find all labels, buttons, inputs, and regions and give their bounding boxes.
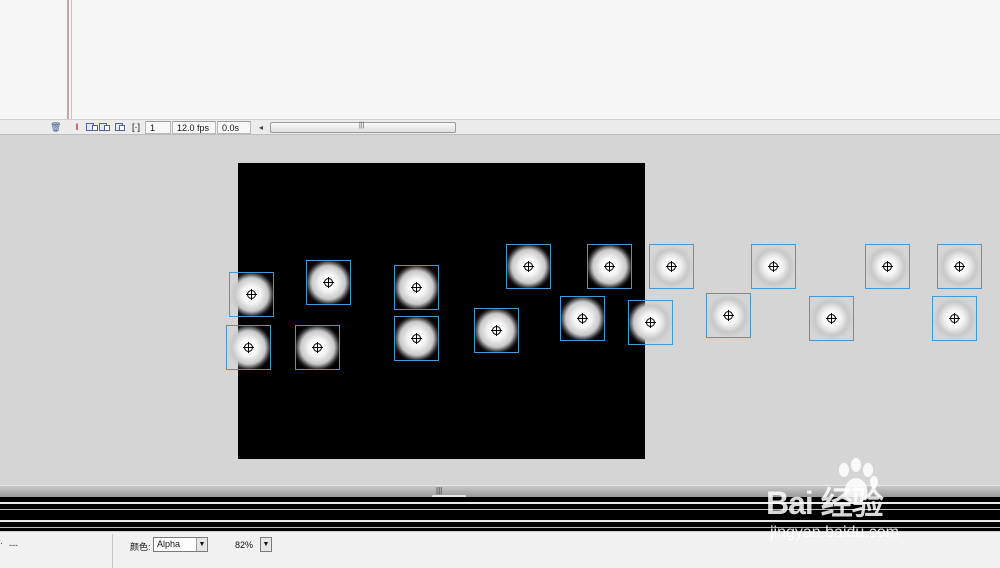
particle-symbol-instance[interactable]	[628, 300, 673, 345]
playhead-line-shadow	[71, 0, 72, 119]
trash-icon[interactable]: 🗑	[50, 122, 61, 133]
particle-symbol-instance[interactable]	[809, 296, 854, 341]
modify-onion-markers-icon[interactable]: [·]	[129, 122, 143, 133]
panel-marker: ·	[0, 538, 3, 548]
registration-point-icon	[723, 310, 734, 321]
particle-symbol-instance[interactable]	[865, 244, 910, 289]
particle-symbol-instance[interactable]	[560, 296, 605, 341]
registration-point-icon	[949, 313, 960, 324]
registration-point-icon	[323, 277, 334, 288]
particle-symbol-instance[interactable]	[394, 265, 439, 310]
scrollbar-grip[interactable]: |||	[359, 122, 364, 129]
splitter-grip[interactable]: |||	[436, 486, 442, 495]
color-style-dropdown[interactable]: Alpha ▼	[153, 537, 208, 552]
registration-point-icon	[491, 325, 502, 336]
elapsed-time-field: 0.0s	[217, 121, 251, 134]
particle-symbol-instance[interactable]	[506, 244, 551, 289]
registration-point-icon	[523, 261, 534, 272]
edit-multiple-frames-overlay	[119, 125, 125, 131]
particle-symbol-instance[interactable]	[229, 272, 274, 317]
particle-symbol-instance[interactable]	[226, 325, 271, 370]
timeline-horizontal-scrollbar[interactable]: |||	[270, 122, 456, 133]
particle-symbol-instance[interactable]	[751, 244, 796, 289]
panel-divider	[112, 534, 113, 568]
registration-point-icon	[411, 333, 422, 344]
registration-point-icon	[246, 289, 257, 300]
particle-symbol-instance[interactable]	[474, 308, 519, 353]
playhead-line[interactable]	[67, 0, 69, 119]
alpha-value-field[interactable]: 82%	[235, 540, 253, 550]
particle-symbol-instance[interactable]	[706, 293, 751, 338]
registration-point-icon	[312, 342, 323, 353]
onion-skin-icon-overlay	[92, 125, 98, 131]
particle-symbol-instance[interactable]	[587, 244, 632, 289]
alpha-slider-dropdown[interactable]: ▼	[260, 537, 272, 552]
onion-skin-outlines-overlay	[104, 125, 110, 131]
particle-symbol-instance[interactable]	[649, 244, 694, 289]
chevron-down-icon[interactable]: ▼	[196, 538, 207, 551]
registration-point-icon	[243, 342, 254, 353]
color-effect-label: 颜色:	[130, 542, 151, 552]
panel-splitter[interactable]: |||	[0, 485, 1000, 498]
registration-point-icon	[666, 261, 677, 272]
properties-panel: · --- 颜色: Alpha ▼ 82% ▼	[0, 531, 1000, 568]
frame-rate-field[interactable]: 12.0 fps	[172, 121, 216, 134]
registration-point-icon	[645, 317, 656, 328]
registration-point-icon	[954, 261, 965, 272]
workspace	[0, 136, 1000, 485]
registration-point-icon	[577, 313, 588, 324]
center-frame-icon[interactable]: ǀ	[72, 122, 82, 133]
registration-point-icon	[604, 261, 615, 272]
timeline-panel[interactable]	[0, 0, 1000, 119]
particle-symbol-instance[interactable]	[295, 325, 340, 370]
scroll-left-arrow-icon[interactable]: ◂	[259, 122, 267, 133]
registration-point-icon	[882, 261, 893, 272]
particle-symbol-instance[interactable]	[937, 244, 982, 289]
particle-symbol-instance[interactable]	[306, 260, 351, 305]
particle-symbol-instance[interactable]	[932, 296, 977, 341]
registration-point-icon	[768, 261, 779, 272]
registration-point-icon	[826, 313, 837, 324]
particle-symbol-instance[interactable]	[394, 316, 439, 361]
current-frame-field: 1	[145, 121, 171, 134]
registration-point-icon	[411, 282, 422, 293]
color-style-value: Alpha	[157, 539, 181, 549]
chevron-down-icon[interactable]: ▼	[261, 538, 271, 551]
timeline-status-bar: 🗑 ǀ [·] 1 12.0 fps 0.0s ◂ |||	[0, 119, 1000, 135]
panel-divider-stripes	[0, 497, 1000, 531]
instance-name-value: ---	[9, 540, 18, 550]
